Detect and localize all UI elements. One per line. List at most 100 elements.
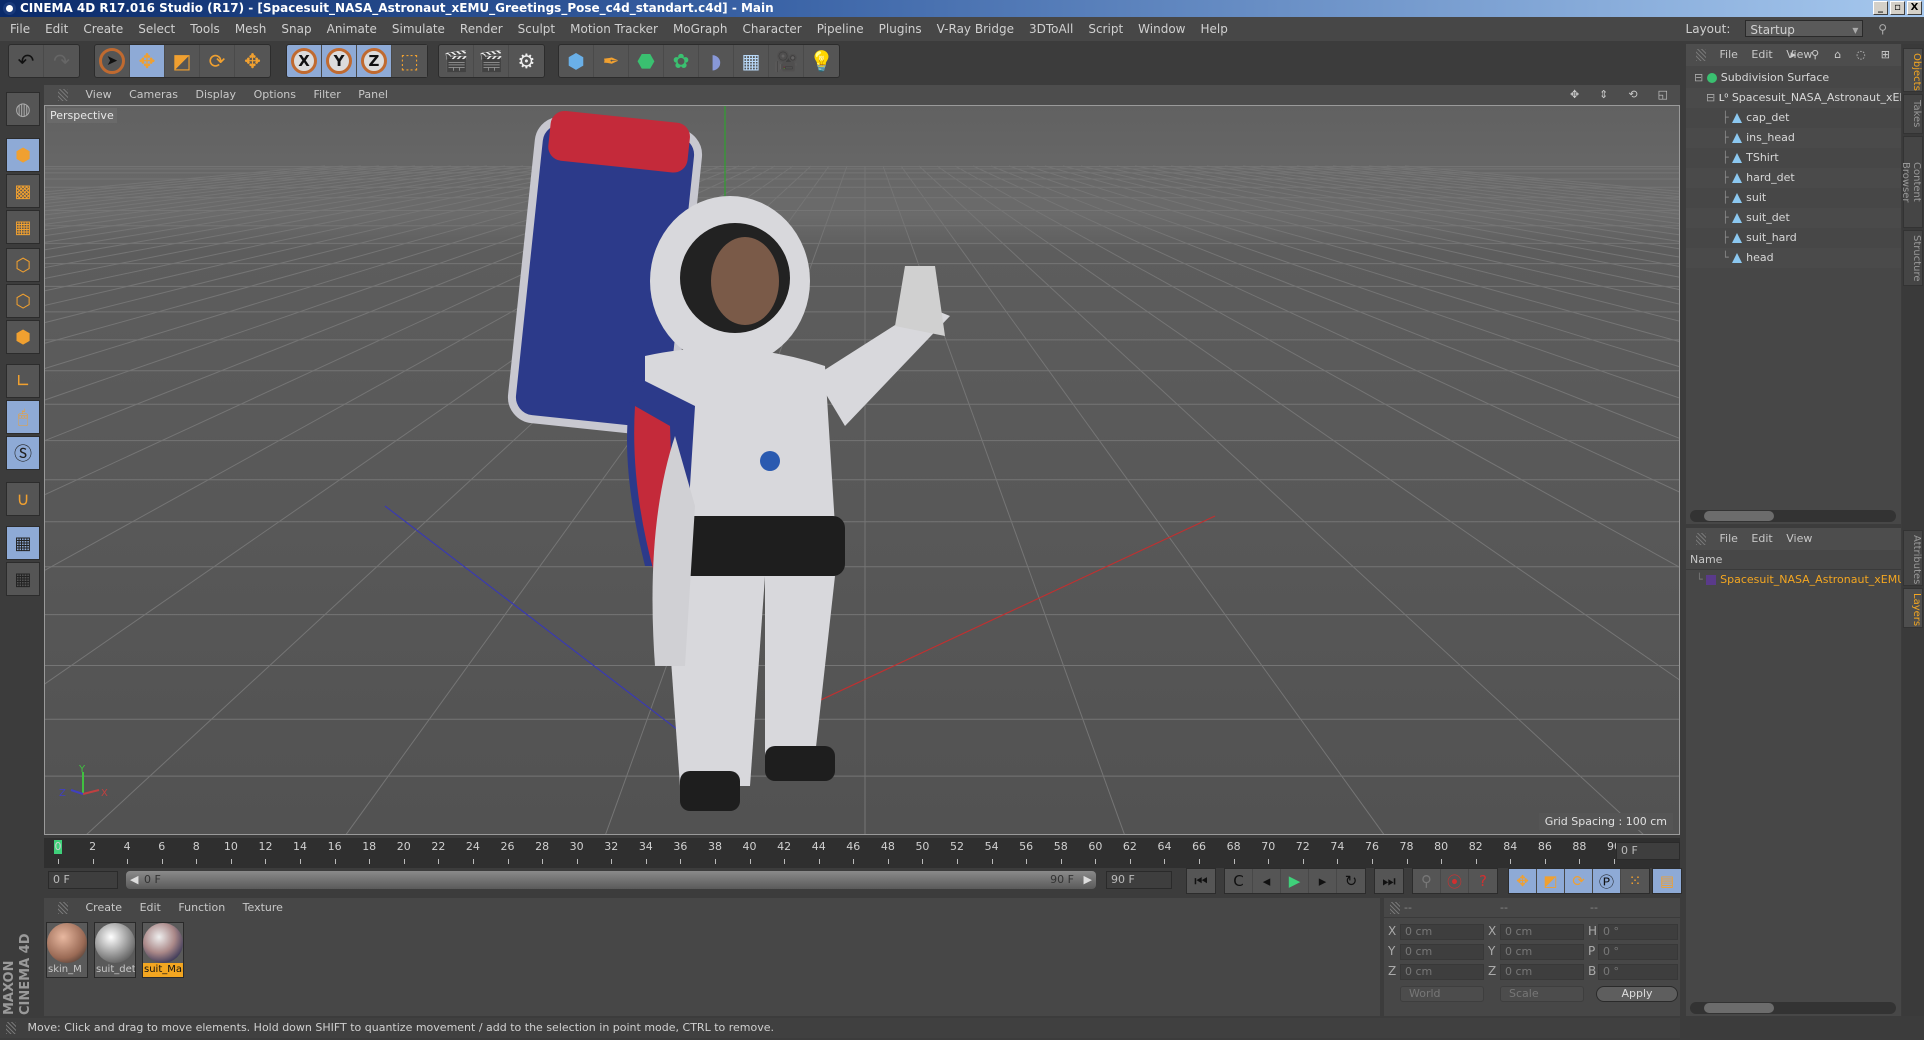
orbit-icon[interactable]: ⟲ bbox=[1628, 88, 1643, 101]
panel-grip-icon[interactable] bbox=[58, 89, 68, 101]
more-arrow-icon[interactable]: ▸ bbox=[1791, 48, 1802, 61]
material-suit-main[interactable]: suit_Main bbox=[142, 922, 184, 978]
menu-create[interactable]: Create bbox=[83, 22, 123, 36]
scale-icon[interactable]: ◩ bbox=[165, 45, 200, 77]
layer-manager-scrollbar[interactable] bbox=[1690, 1002, 1896, 1014]
layer-color-swatch[interactable] bbox=[1706, 575, 1717, 585]
home-icon[interactable]: ⌂ bbox=[1834, 48, 1846, 61]
menu-file[interactable]: File bbox=[10, 22, 30, 36]
menu-render[interactable]: Render bbox=[460, 22, 503, 36]
tree-item-hard-det[interactable]: ├ hard_det bbox=[1686, 168, 1901, 188]
object-manager-scrollbar[interactable] bbox=[1690, 510, 1896, 522]
menu-edit[interactable]: Edit bbox=[45, 22, 68, 36]
minimize-button[interactable]: _ bbox=[1873, 1, 1888, 15]
floor-icon[interactable]: ▦ bbox=[734, 45, 769, 77]
panel-grip-icon[interactable] bbox=[58, 902, 68, 914]
material-menu-texture[interactable]: Texture bbox=[243, 901, 283, 914]
edges-mode-icon[interactable]: ⬡ bbox=[6, 284, 40, 318]
parameter-key-icon[interactable]: Ⓟ bbox=[1593, 869, 1621, 893]
position-y-field[interactable]: 0 cm bbox=[1400, 944, 1484, 960]
viewport-menu-filter[interactable]: Filter bbox=[314, 88, 341, 101]
tab-objects[interactable]: Objects bbox=[1903, 48, 1923, 92]
position-key-icon[interactable]: ✥ bbox=[1509, 869, 1537, 893]
menu-help[interactable]: Help bbox=[1200, 22, 1227, 36]
timeline-icon[interactable]: ▤ bbox=[1653, 869, 1681, 893]
layer-column-header[interactable]: Name bbox=[1686, 550, 1901, 570]
tab-structure[interactable]: Structure bbox=[1903, 230, 1923, 286]
workplane-icon[interactable]: ▦ bbox=[6, 210, 40, 244]
menu-select[interactable]: Select bbox=[138, 22, 175, 36]
material-menu-edit[interactable]: Edit bbox=[140, 901, 161, 914]
tree-item-head[interactable]: └ head bbox=[1686, 248, 1901, 268]
range-right-arrow-icon[interactable]: ▶ bbox=[1084, 871, 1092, 889]
restore-button[interactable]: ▫ bbox=[1890, 1, 1905, 15]
tab-attributes[interactable]: Attributes bbox=[1903, 530, 1923, 586]
menu-tools[interactable]: Tools bbox=[190, 22, 220, 36]
tree-item-tshirt[interactable]: ├ TShirt bbox=[1686, 148, 1901, 168]
current-frame-field[interactable]: 0 F bbox=[1616, 842, 1680, 860]
panel-grip-icon[interactable] bbox=[1696, 533, 1706, 545]
layer-menu-view[interactable]: View bbox=[1786, 532, 1812, 545]
go-to-end-icon[interactable]: ⏭ bbox=[1375, 869, 1403, 893]
menu-character[interactable]: Character bbox=[742, 22, 801, 36]
y-axis-lock-button[interactable]: Y bbox=[322, 45, 357, 77]
menu-vray-bridge[interactable]: V-Ray Bridge bbox=[937, 22, 1014, 36]
rotate-icon[interactable]: ⟳ bbox=[200, 45, 235, 77]
menu-animate[interactable]: Animate bbox=[327, 22, 377, 36]
panel-grip-icon[interactable] bbox=[1390, 902, 1400, 914]
menu-3dtoall[interactable]: 3DToAll bbox=[1029, 22, 1073, 36]
polygons-mode-icon[interactable]: ⬢ bbox=[6, 320, 40, 354]
new-panel-icon[interactable]: ⊞ bbox=[1881, 48, 1895, 61]
rotation-b-field[interactable]: 0 ° bbox=[1598, 964, 1678, 980]
layer-item[interactable]: └ Spacesuit_NASA_Astronaut_xEMU_Greeting… bbox=[1686, 570, 1901, 590]
menu-snap[interactable]: Snap bbox=[281, 22, 311, 36]
material-skin[interactable]: skin_M bbox=[46, 922, 88, 978]
position-z-field[interactable]: 0 cm bbox=[1400, 964, 1484, 980]
tree-item-ins-head[interactable]: ├ ins_head bbox=[1686, 128, 1901, 148]
next-key-icon[interactable]: ↻ bbox=[1337, 869, 1365, 893]
tree-item-cap-det[interactable]: ├ cap_det bbox=[1686, 108, 1901, 128]
keyframe-selection-icon[interactable]: ? bbox=[1469, 869, 1497, 893]
cube-icon[interactable]: ⬢ bbox=[559, 45, 594, 77]
tree-item-suit-det[interactable]: ├ suit_det bbox=[1686, 208, 1901, 228]
world-coordinate-icon[interactable]: ⬚ bbox=[392, 45, 427, 77]
step-back-icon[interactable]: ◂ bbox=[1253, 869, 1281, 893]
timeline-ruler[interactable]: 0 2 4 6 8 10 12 14 16 18 20 22 24 26 28 30 32 34 36 38 40 42 4… bbox=[44, 838, 1680, 868]
viewport-menu-display[interactable]: Display bbox=[196, 88, 237, 101]
point-level-icon[interactable]: ⁙ bbox=[1621, 869, 1649, 893]
tree-item-spacesuit[interactable]: ⊟ L⁰ Spacesuit_NASA_Astronaut_xEMU_Greet… bbox=[1686, 88, 1901, 108]
tab-content-browser[interactable]: Content Browser bbox=[1900, 136, 1923, 228]
tab-layers[interactable]: Layers bbox=[1903, 588, 1923, 628]
lock-workplane-icon[interactable]: ▦ bbox=[6, 526, 40, 560]
cloner-icon[interactable]: ✿ bbox=[664, 45, 699, 77]
tree-item-suit-hard[interactable]: ├ suit_hard bbox=[1686, 228, 1901, 248]
make-editable-icon[interactable]: ◍ bbox=[6, 92, 40, 126]
planar-workplane-icon[interactable]: ▦ bbox=[6, 562, 40, 596]
range-left-arrow-icon[interactable]: ◀ bbox=[130, 871, 138, 889]
object-menu-edit[interactable]: Edit bbox=[1751, 48, 1772, 61]
scrollbar-thumb[interactable] bbox=[1704, 1003, 1774, 1013]
live-selection-icon[interactable]: ➤ bbox=[95, 45, 130, 77]
viewport-menu-view[interactable]: View bbox=[86, 88, 112, 101]
dolly-icon[interactable]: ⇕ bbox=[1599, 88, 1614, 101]
render-view-icon[interactable]: 🎬 bbox=[439, 45, 474, 77]
search-icon[interactable]: ⚲ bbox=[1811, 48, 1824, 61]
start-frame-field[interactable]: 0 F bbox=[48, 871, 118, 889]
size-y-field[interactable]: 0 cm bbox=[1500, 944, 1584, 960]
previous-key-icon[interactable]: C bbox=[1225, 869, 1253, 893]
viewport-menu-cameras[interactable]: Cameras bbox=[129, 88, 178, 101]
menu-pipeline[interactable]: Pipeline bbox=[817, 22, 864, 36]
menu-window[interactable]: Window bbox=[1138, 22, 1185, 36]
size-mode-dropdown[interactable]: Scale bbox=[1500, 986, 1584, 1002]
axis-mode-icon[interactable]: ∟ bbox=[6, 364, 40, 398]
autokey-icon[interactable]: ⚲ bbox=[1413, 869, 1441, 893]
layout-dropdown[interactable]: Startup bbox=[1745, 20, 1864, 39]
viewport-label[interactable]: Perspective bbox=[47, 108, 117, 123]
menu-sculpt[interactable]: Sculpt bbox=[518, 22, 555, 36]
viewport-menu-options[interactable]: Options bbox=[254, 88, 296, 101]
recent-tool-icon[interactable]: ✥ bbox=[235, 45, 270, 77]
end-frame-field[interactable]: 90 F bbox=[1106, 871, 1172, 889]
move-icon[interactable]: ✥ bbox=[130, 45, 165, 77]
material-menu-function[interactable]: Function bbox=[178, 901, 225, 914]
apply-button[interactable]: Apply bbox=[1596, 986, 1678, 1002]
